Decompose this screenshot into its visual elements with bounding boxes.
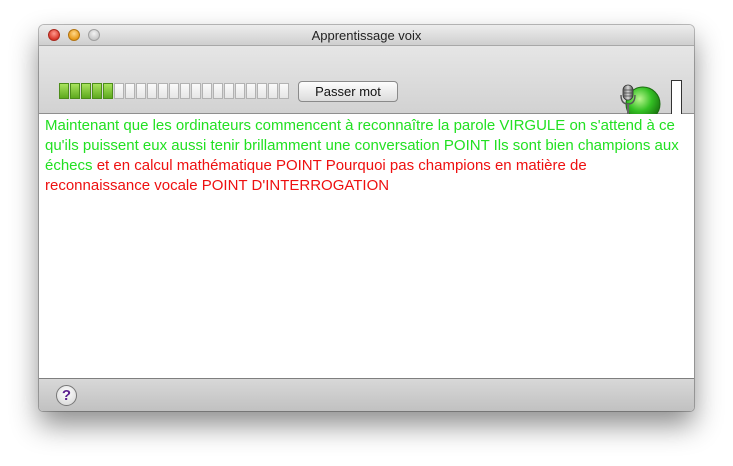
progress-segment xyxy=(147,83,157,99)
progress-segment xyxy=(125,83,135,99)
app-window: Apprentissage voix Passer mot Maintenant… xyxy=(39,25,694,411)
help-icon: ? xyxy=(61,387,72,404)
titlebar[interactable]: Apprentissage voix xyxy=(39,25,694,46)
progress-segment xyxy=(224,83,234,99)
progress-segment xyxy=(103,83,113,99)
training-text-area[interactable]: Maintenant que les ordinateurs commencen… xyxy=(39,114,694,378)
progress-segment xyxy=(158,83,168,99)
progress-segment xyxy=(191,83,201,99)
progress-segment xyxy=(246,83,256,99)
progress-segment xyxy=(213,83,223,99)
toolbar: Passer mot xyxy=(39,46,694,127)
progress-segment xyxy=(70,83,80,99)
progress-segment xyxy=(92,83,102,99)
skip-word-button[interactable]: Passer mot xyxy=(298,81,398,102)
progress-segment xyxy=(235,83,245,99)
progress-segment xyxy=(169,83,179,99)
progress-segment xyxy=(202,83,212,99)
progress-segment xyxy=(59,83,69,99)
progress-segment xyxy=(81,83,91,99)
progress-segment xyxy=(257,83,267,99)
bottom-bar: ? xyxy=(39,378,694,411)
progress-segment xyxy=(279,83,289,99)
window-title: Apprentissage voix xyxy=(311,28,422,43)
help-button[interactable]: ? xyxy=(56,385,77,406)
training-progress-bar xyxy=(59,83,289,99)
progress-segment xyxy=(268,83,278,99)
progress-segment xyxy=(136,83,146,99)
progress-segment xyxy=(180,83,190,99)
progress-segment xyxy=(114,83,124,99)
pending-text: et en calcul mathématique POINT Pourquoi… xyxy=(45,157,587,194)
